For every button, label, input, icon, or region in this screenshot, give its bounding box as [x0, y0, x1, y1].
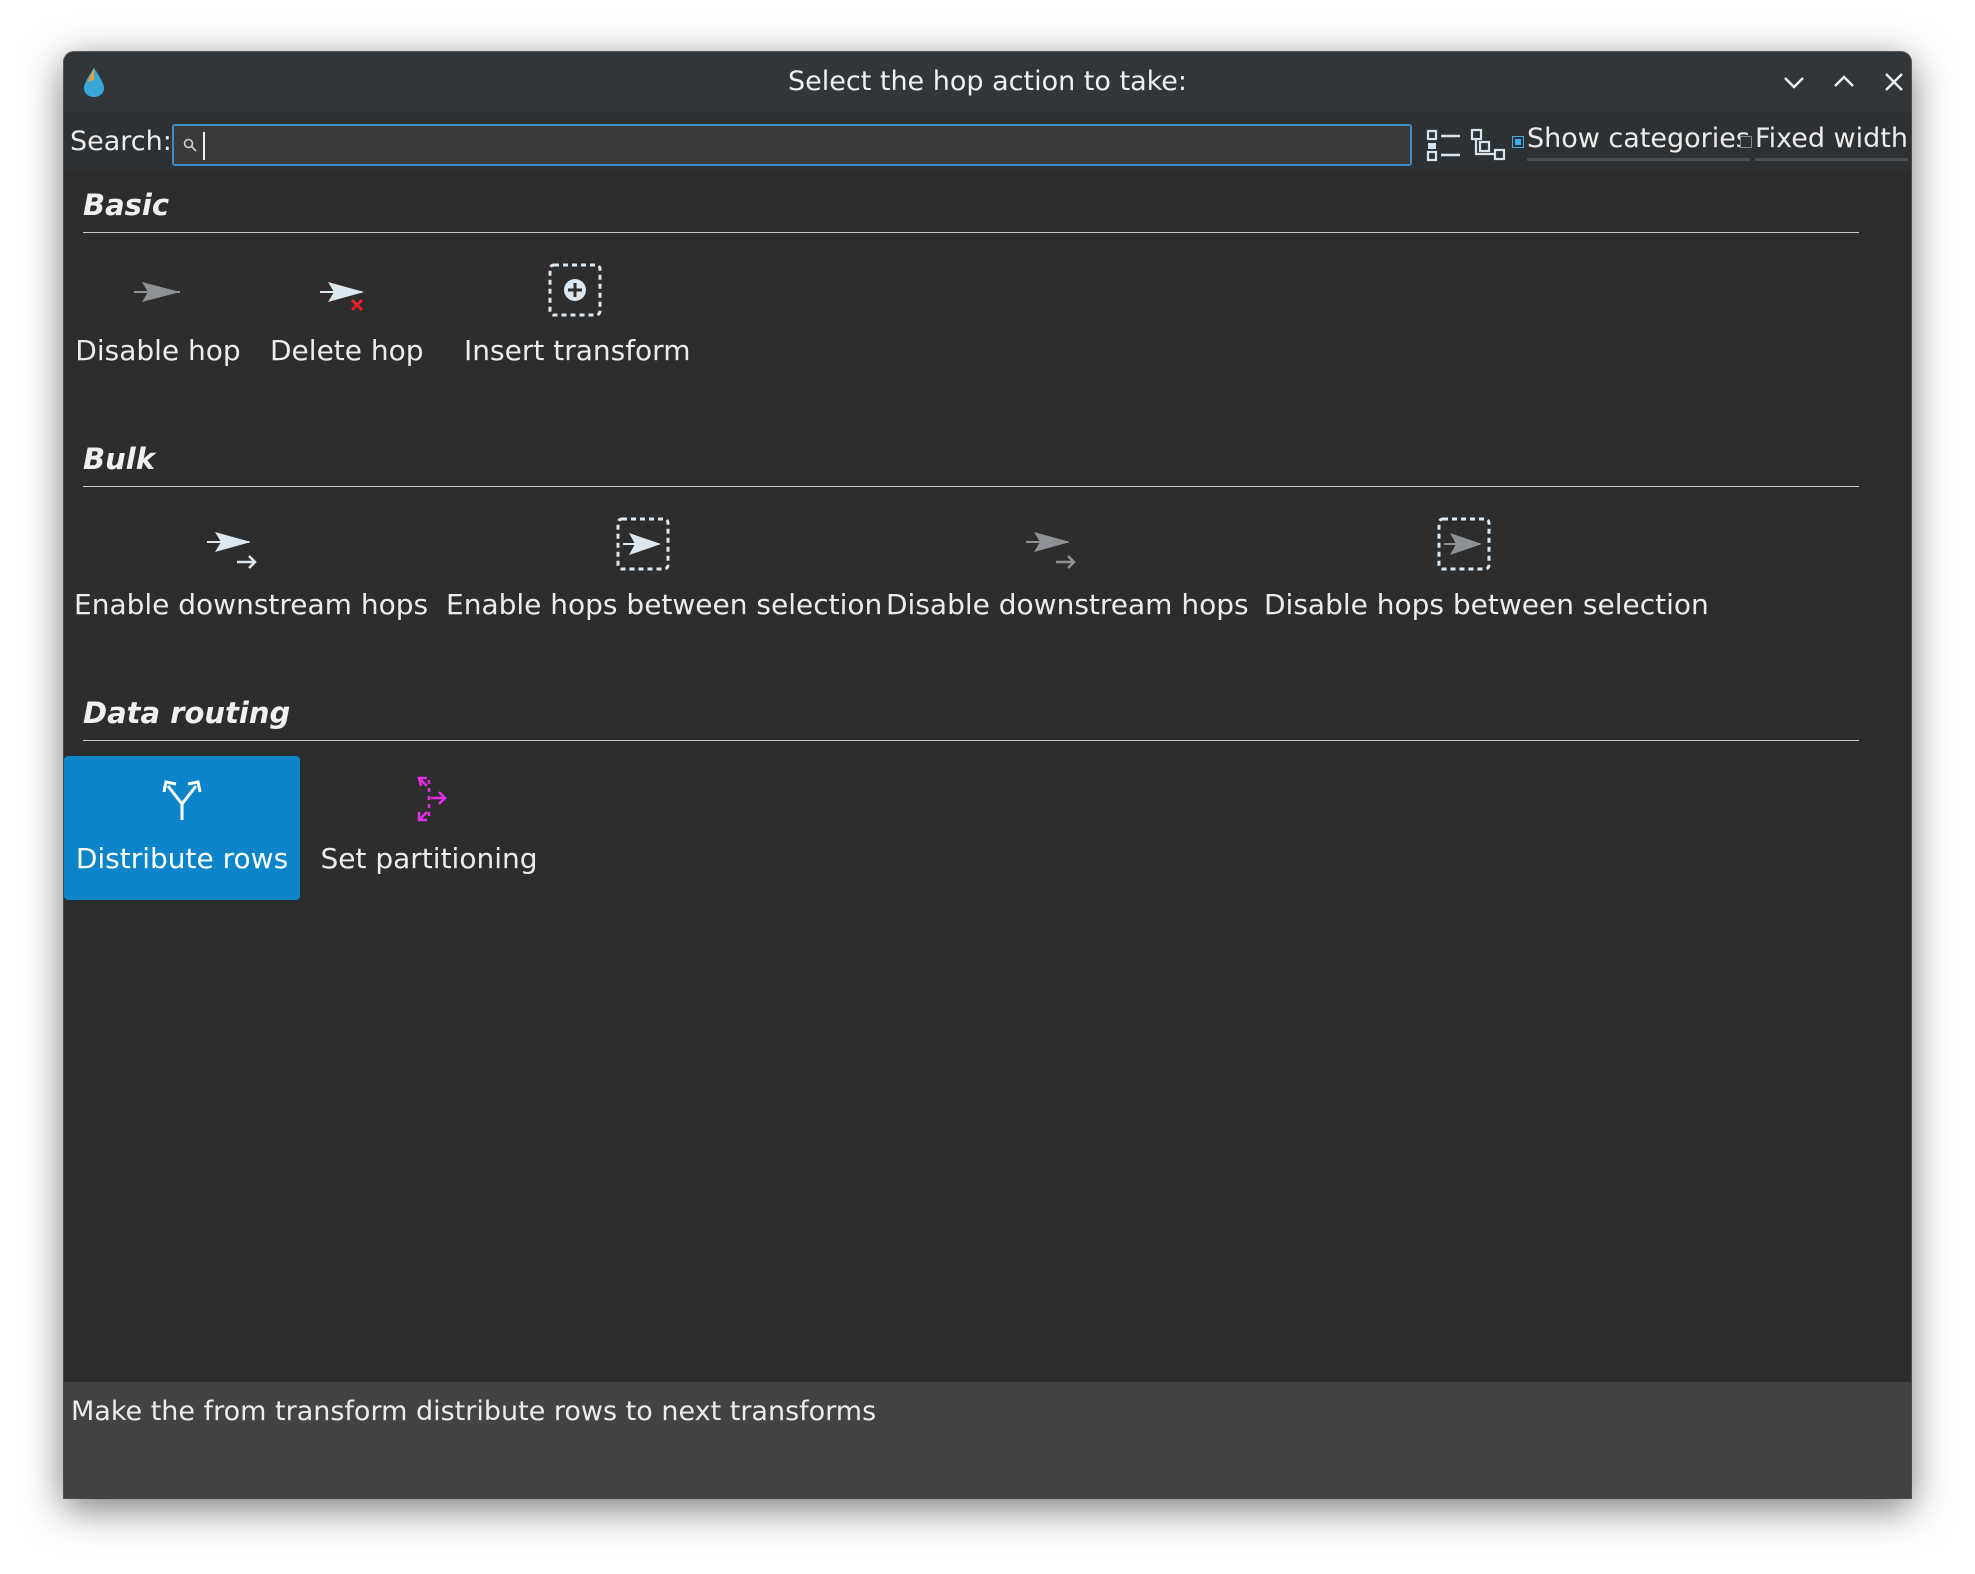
description-panel: Make the from transform distribute rows … [64, 1382, 1911, 1498]
fixed-width-label: Fixed width [1755, 123, 1908, 161]
partitioning-icon [417, 776, 447, 822]
category-divider [83, 232, 1859, 233]
chevron-down-icon[interactable] [1778, 66, 1810, 98]
action-label: Enable downstream hops [74, 588, 429, 621]
search-input[interactable] [202, 128, 1402, 162]
action-enable-hops-between-selection[interactable]: Enable hops between selection [446, 506, 883, 646]
chevron-up-icon[interactable] [1828, 66, 1860, 98]
enable-between-icon [616, 517, 670, 571]
action-delete-hop[interactable]: Delete hop [270, 252, 424, 392]
delete-hop-icon [320, 282, 364, 312]
action-label: Distribute rows [75, 842, 289, 875]
action-set-partitioning[interactable]: Set partitioning [318, 756, 540, 900]
action-list: Basic Disable hop Delete hop Insert tran… [64, 172, 1911, 1436]
action-insert-transform[interactable]: Insert transform [464, 252, 691, 392]
tree-view-icon[interactable] [1470, 128, 1506, 162]
disable-hop-icon [134, 282, 180, 302]
list-view-icon[interactable] [1426, 128, 1462, 162]
title-bar: Select the hop action to take: [64, 52, 1911, 112]
search-icon [183, 138, 197, 152]
search-label: Search: [70, 126, 172, 157]
disable-downstream-icon [1026, 532, 1076, 569]
action-label: Disable hop [75, 334, 241, 367]
window-title: Select the hop action to take: [787, 66, 1187, 97]
action-label: Disable downstream hops [886, 588, 1249, 621]
category-divider [83, 486, 1859, 487]
close-icon[interactable] [1878, 66, 1910, 98]
distribute-rows-icon [162, 780, 202, 820]
show-categories-checkbox[interactable]: Show categories [1512, 112, 1750, 172]
search-box[interactable] [172, 124, 1412, 166]
search-toolbar: Search: Show categories Fixed width [64, 112, 1911, 172]
description-text: Make the from transform distribute rows … [71, 1396, 877, 1427]
disable-between-icon [1437, 517, 1491, 571]
fixed-width-checkbox[interactable]: Fixed width [1740, 112, 1908, 172]
action-label: Enable hops between selection [446, 588, 883, 621]
category-title-bulk: Bulk [83, 442, 155, 476]
category-divider [83, 740, 1859, 741]
action-label: Insert transform [464, 334, 691, 367]
enable-downstream-icon [207, 532, 257, 569]
hop-action-dialog: Select the hop action to take: Search: S… [64, 52, 1911, 1498]
action-disable-downstream-hops[interactable]: Disable downstream hops [886, 506, 1249, 646]
show-categories-check-mark[interactable] [1512, 136, 1524, 148]
category-title-data-routing: Data routing [83, 696, 291, 730]
action-label: Set partitioning [320, 842, 538, 875]
insert-transform-icon [548, 263, 602, 317]
action-distribute-rows[interactable]: Distribute rows [64, 756, 300, 900]
text-caret [203, 132, 205, 160]
action-label: Delete hop [270, 334, 424, 367]
action-disable-hops-between-selection[interactable]: Disable hops between selection [1264, 506, 1709, 646]
action-enable-downstream-hops[interactable]: Enable downstream hops [74, 506, 429, 646]
show-categories-label: Show categories [1527, 123, 1750, 161]
fixed-width-check-mark[interactable] [1740, 136, 1752, 148]
action-disable-hop[interactable]: Disable hop [74, 252, 242, 392]
action-label: Disable hops between selection [1264, 588, 1709, 621]
category-title-basic: Basic [83, 188, 170, 222]
